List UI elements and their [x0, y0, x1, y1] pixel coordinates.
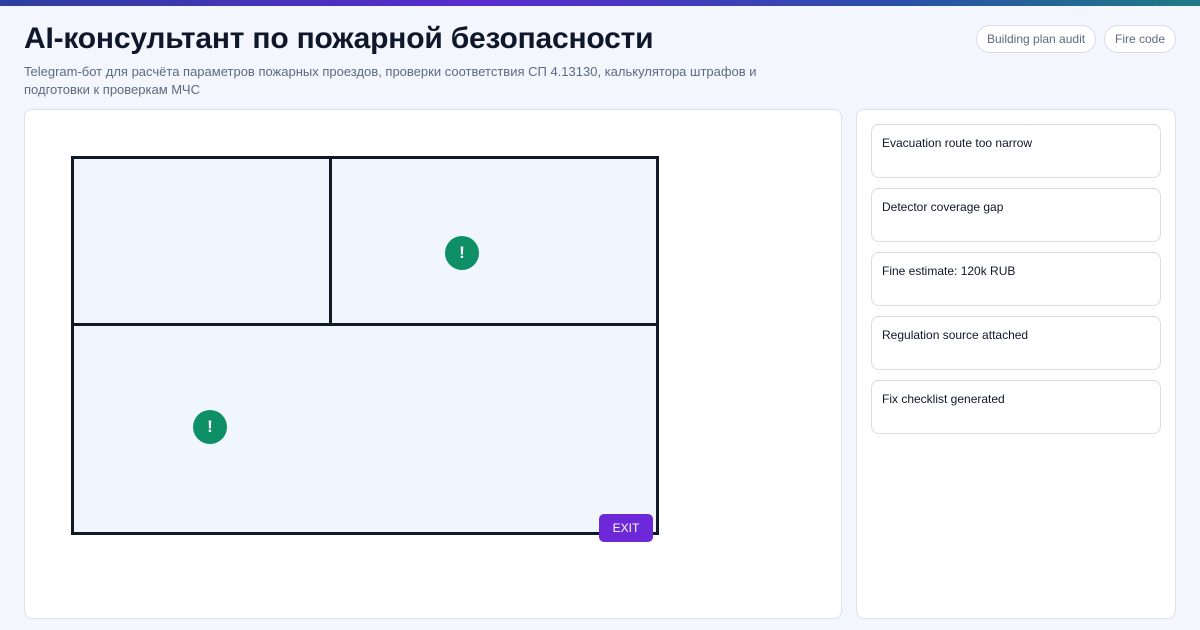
- room-bottom[interactable]: [71, 323, 659, 535]
- findings-panel: Evacuation route too narrow Detector cov…: [856, 109, 1176, 619]
- tag-fire-code[interactable]: Fire code: [1104, 25, 1177, 53]
- room-top-left[interactable]: [71, 156, 332, 326]
- finding-card[interactable]: Detector coverage gap: [871, 188, 1161, 242]
- finding-card[interactable]: Fix checklist generated: [871, 380, 1161, 434]
- finding-card[interactable]: Fine estimate: 120k RUB: [871, 252, 1161, 306]
- warning-marker-icon[interactable]: !: [193, 410, 227, 444]
- top-accent-bar: [0, 0, 1200, 6]
- page-title: AI-консультант по пожарной безопасности: [24, 22, 654, 55]
- finding-card[interactable]: Evacuation route too narrow: [871, 124, 1161, 178]
- room-top-right[interactable]: [329, 156, 659, 326]
- finding-card[interactable]: Regulation source attached: [871, 316, 1161, 370]
- exit-button[interactable]: EXIT: [599, 514, 653, 542]
- page-subtitle: Telegram-бот для расчёта параметров пожа…: [24, 64, 757, 97]
- tag-building-plan-audit[interactable]: Building plan audit: [976, 25, 1097, 53]
- floor-plan-panel: ! ! EXIT: [24, 109, 842, 619]
- warning-marker-icon[interactable]: !: [445, 236, 479, 270]
